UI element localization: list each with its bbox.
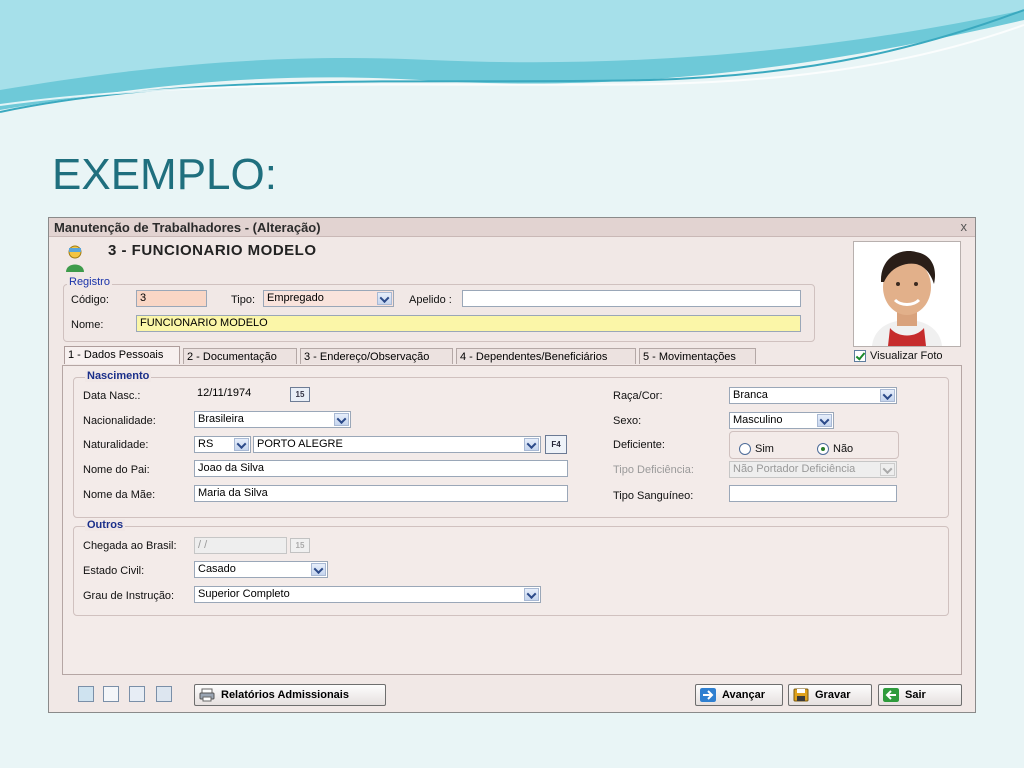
apelido-field[interactable] — [462, 290, 801, 307]
tipo-sanguineo-field[interactable] — [729, 485, 897, 502]
tab-dependentes-beneficiarios[interactable]: 4 - Dependentes/Beneficiários — [456, 348, 636, 364]
tipo-deficiencia-value: Não Portador Deficiência — [733, 463, 856, 475]
raca-cor-value: Branca — [733, 389, 768, 401]
tab-endereco-observacao[interactable]: 3 - Endereço/Observação — [300, 348, 453, 364]
estado-civil-select[interactable]: Casado — [194, 561, 328, 578]
sair-label: Sair — [905, 689, 926, 701]
nacionalidade-value: Brasileira — [198, 413, 244, 425]
f4-lookup-button[interactable]: F4 — [545, 435, 567, 454]
window-titlebar[interactable]: Manutenção de Trabalhadores - (Alteração… — [49, 218, 975, 237]
grau-instrucao-label: Grau de Instrução: — [83, 590, 175, 602]
apelido-label: Apelido : — [409, 294, 452, 306]
user-icon — [66, 245, 84, 272]
chevron-down-icon[interactable] — [880, 389, 895, 402]
nome-mae-label: Nome da Mãe: — [83, 489, 156, 501]
raca-cor-select[interactable]: Branca — [729, 387, 897, 404]
grau-instrucao-value: Superior Completo — [198, 588, 290, 600]
tipo-select-value: Empregado — [267, 292, 324, 304]
chevron-down-icon[interactable] — [817, 414, 832, 427]
grid-icon[interactable] — [78, 686, 94, 702]
deficiente-sim-label: Sim — [755, 443, 774, 455]
estado-civil-label: Estado Civil: — [83, 565, 145, 577]
sexo-select[interactable]: Masculino — [729, 412, 834, 429]
estado-civil-value: Casado — [198, 563, 236, 575]
registro-label: Registro — [67, 276, 112, 288]
nome-label: Nome: — [71, 319, 104, 331]
chegada-brasil-label: Chegada ao Brasil: — [83, 540, 177, 552]
codigo-label: Código: — [71, 294, 109, 306]
nome-pai-field[interactable]: Joao da Silva — [194, 460, 568, 477]
tipo-deficiencia-label: Tipo Deficiência: — [613, 464, 694, 476]
naturalidade-label: Naturalidade: — [83, 439, 149, 451]
employee-photo — [853, 241, 961, 347]
chevron-down-icon[interactable] — [334, 413, 349, 426]
deficiente-nao-label: Não — [833, 443, 854, 455]
data-nasc-label: Data Nasc.: — [83, 390, 141, 402]
naturalidade-cidade-select[interactable]: PORTO ALEGRE — [253, 436, 541, 453]
sair-button[interactable]: Sair — [878, 684, 962, 706]
nome-field[interactable]: FUNCIONARIO MODELO — [136, 315, 801, 332]
chevron-down-icon — [880, 463, 895, 476]
deficiente-nao-radio[interactable] — [817, 443, 829, 455]
tab-dados-pessoais[interactable]: 1 - Dados Pessoais — [64, 346, 180, 364]
gravar-button[interactable]: Gravar — [788, 684, 872, 706]
codigo-field[interactable]: 3 — [136, 290, 207, 307]
bottom-toolbar: Relatórios Admissionais Avançar Gravar S… — [62, 680, 964, 708]
chevron-down-icon[interactable] — [311, 563, 326, 576]
sexo-label: Sexo: — [613, 415, 642, 427]
nascimento-label: Nascimento — [85, 370, 152, 382]
tipo-label: Tipo: — [231, 294, 256, 306]
close-icon[interactable]: x — [961, 219, 968, 234]
gravar-label: Gravar — [815, 689, 851, 701]
calendar-icon[interactable] — [129, 686, 145, 702]
chevron-down-icon[interactable] — [524, 588, 539, 601]
tab-movimentacoes[interactable]: 5 - Movimentações — [639, 348, 756, 364]
sexo-value: Masculino — [733, 414, 783, 426]
avancar-button[interactable]: Avançar — [695, 684, 783, 706]
nacionalidade-label: Nacionalidade: — [83, 415, 156, 427]
nacionalidade-select[interactable]: Brasileira — [194, 411, 351, 428]
printer-icon — [199, 688, 215, 702]
chegada-brasil-field: / / — [194, 537, 287, 554]
deficiente-label: Deficiente: — [613, 439, 665, 451]
naturalidade-cidade-value: PORTO ALEGRE — [257, 438, 343, 450]
arrow-right-icon — [700, 688, 716, 702]
raca-cor-label: Raça/Cor: — [613, 390, 663, 402]
chevron-down-icon[interactable] — [524, 438, 539, 451]
tipo-deficiencia-select: Não Portador Deficiência — [729, 461, 897, 478]
employee-header-title: 3 - FUNCIONARIO MODELO — [108, 242, 317, 259]
outros-label: Outros — [85, 519, 126, 531]
image-icon[interactable] — [156, 686, 172, 702]
exit-icon — [883, 688, 899, 702]
employee-window: Manutenção de Trabalhadores - (Alteração… — [48, 217, 976, 713]
visualizar-foto-checkbox[interactable] — [854, 350, 866, 362]
calendar-icon: 15 — [290, 538, 310, 553]
grau-instrucao-select[interactable]: Superior Completo — [194, 586, 541, 603]
nome-pai-label: Nome do Pai: — [83, 464, 150, 476]
window-title: Manutenção de Trabalhadores - (Alteração… — [54, 220, 321, 235]
relatorios-admissionais-button[interactable]: Relatórios Admissionais — [194, 684, 386, 706]
tipo-sanguineo-label: Tipo Sanguíneo: — [613, 490, 694, 502]
relatorios-label: Relatórios Admissionais — [221, 689, 349, 701]
chevron-down-icon[interactable] — [234, 438, 249, 451]
save-icon — [793, 688, 809, 702]
avancar-label: Avançar — [722, 689, 766, 701]
naturalidade-uf-value: RS — [198, 438, 214, 450]
data-nasc-field[interactable]: 12/11/1974 — [194, 386, 286, 403]
visualizar-foto-label: Visualizar Foto — [870, 350, 943, 362]
document-icon[interactable] — [103, 686, 119, 702]
slide-wave-decoration — [0, 0, 1024, 113]
naturalidade-uf-select[interactable]: RS — [194, 436, 251, 453]
deficiente-sim-radio[interactable] — [739, 443, 751, 455]
chevron-down-icon[interactable] — [377, 292, 392, 305]
slide-title: EXEMPLO: — [52, 150, 277, 199]
tab-documentacao[interactable]: 2 - Documentação — [183, 348, 297, 364]
nome-mae-field[interactable]: Maria da Silva — [194, 485, 568, 502]
calendar-icon[interactable]: 15 — [290, 387, 310, 402]
tipo-select[interactable]: Empregado — [263, 290, 394, 307]
